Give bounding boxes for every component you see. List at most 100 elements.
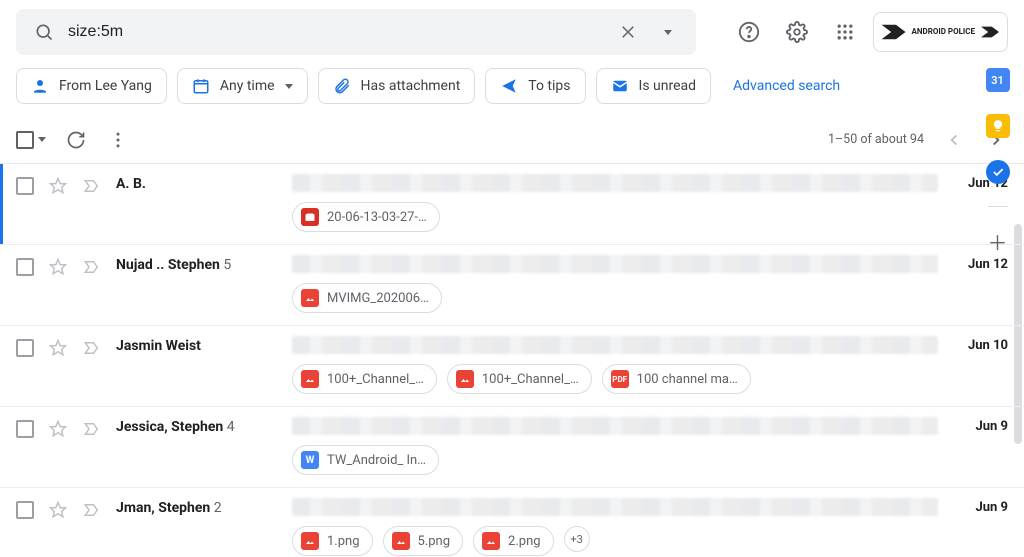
chip-from[interactable]: From Lee Yang (16, 68, 167, 104)
important-icon[interactable] (82, 338, 102, 358)
content-area: A. B.20-06-13-03-27-…Jun 12Nujad .. Step… (0, 164, 1024, 557)
subject-redacted (292, 498, 938, 516)
star-icon[interactable] (48, 419, 68, 439)
image-icon (392, 532, 410, 550)
calendar-icon (192, 77, 210, 95)
refresh-button[interactable] (64, 128, 88, 152)
attachment-label: 2.png (508, 534, 541, 549)
star-icon[interactable] (48, 500, 68, 520)
image-icon (301, 532, 319, 550)
clear-search-icon[interactable] (608, 12, 648, 52)
chip-label: Any time (220, 78, 275, 94)
attachment-chip[interactable]: MVIMG_202006… (292, 283, 442, 313)
row-checkbox[interactable] (16, 501, 34, 519)
attachment-label: TW_Android_ In… (327, 453, 426, 468)
search-options-dropdown[interactable] (648, 12, 688, 52)
attachment-chip[interactable]: 2.png (473, 526, 554, 556)
more-menu-button[interactable] (106, 128, 130, 152)
attachment-icon (333, 77, 351, 95)
email-row[interactable]: Jman, Stephen 21.png5.png2.png+3Jun 9 (0, 488, 1024, 557)
chip-label: To tips (528, 78, 570, 94)
advanced-search-link[interactable]: Advanced search (721, 78, 852, 94)
keep-app-icon[interactable] (986, 114, 1010, 138)
person-icon (31, 77, 49, 95)
chip-to[interactable]: To tips (485, 68, 585, 104)
row-checkbox[interactable] (16, 339, 34, 357)
email-row[interactable]: Nujad .. Stephen 5MVIMG_202006…Jun 12 (0, 245, 1024, 326)
tasks-app-icon[interactable] (986, 160, 1010, 184)
attachment-chip[interactable]: 100+_Channel_… (447, 364, 592, 394)
list-toolbar: 1–50 of about 94 (0, 116, 1024, 164)
attachment-label: 5.png (418, 534, 451, 549)
settings-gear-icon[interactable] (777, 12, 817, 52)
pagination-range: 1–50 of about 94 (828, 132, 924, 147)
important-icon[interactable] (82, 419, 102, 439)
pdf-icon: PDF (611, 370, 629, 388)
side-panel: 31 ＋ (970, 64, 1024, 557)
video-icon (301, 208, 319, 226)
attachment-more[interactable]: +3 (564, 526, 590, 552)
image-icon (456, 370, 474, 388)
image-icon (301, 289, 319, 307)
subject-area: MVIMG_202006… (292, 255, 938, 313)
attachment-label: 100+_Channel_… (327, 372, 424, 387)
divider (988, 206, 1008, 207)
row-checkbox[interactable] (16, 258, 34, 276)
support-icon[interactable] (729, 12, 769, 52)
sender: Jman, Stephen 2 (102, 498, 292, 516)
attachment-chip[interactable]: 20-06-13-03-27-… (292, 202, 440, 232)
star-icon[interactable] (48, 338, 68, 358)
subject-redacted (292, 255, 938, 273)
subject-area: 100+_Channel_… 100+_Channel_… PDF100 chann… (292, 336, 938, 394)
attachment-chip[interactable]: PDF100 channel ma… (602, 364, 751, 394)
chip-attachment[interactable]: Has attachment (318, 68, 476, 104)
important-icon[interactable] (82, 176, 102, 196)
chip-label: Has attachment (361, 78, 461, 94)
checkbox-icon[interactable] (16, 131, 34, 149)
doc-icon: W (301, 451, 319, 469)
chevron-down-icon[interactable] (38, 137, 46, 142)
sender: Jasmin Weist (102, 336, 292, 354)
brand-avatar-icon (981, 23, 999, 41)
attachment-chip[interactable]: 100+_Channel_… (292, 364, 437, 394)
header: ANDROID POLICE (0, 0, 1024, 64)
calendar-app-icon[interactable]: 31 (986, 68, 1010, 92)
important-icon[interactable] (82, 500, 102, 520)
brand-label: ANDROID POLICE (912, 28, 975, 36)
subject-redacted (292, 174, 938, 192)
email-list: A. B.20-06-13-03-27-…Jun 12Nujad .. Step… (0, 164, 1024, 557)
page-prev-button[interactable] (942, 128, 966, 152)
sender: A. B. (102, 174, 292, 192)
chip-anytime[interactable]: Any time (177, 68, 308, 104)
star-icon[interactable] (48, 257, 68, 277)
apps-grid-icon[interactable] (825, 12, 865, 52)
chip-unread[interactable]: Is unread (596, 68, 712, 104)
attachment-chip[interactable]: 5.png (383, 526, 464, 556)
email-row[interactable]: Jessica, Stephen 4WTW_Android_ In…Jun 9 (0, 407, 1024, 488)
star-icon[interactable] (48, 176, 68, 196)
important-icon[interactable] (82, 257, 102, 277)
subject-redacted (292, 417, 938, 435)
account-brand[interactable]: ANDROID POLICE (873, 12, 1008, 52)
select-all[interactable] (16, 131, 46, 149)
subject-area: W TW_Android_ In… (292, 417, 938, 475)
image-icon (301, 370, 319, 388)
filter-chip-row: From Lee Yang Any time Has attachment To… (0, 64, 1024, 116)
email-row[interactable]: A. B.20-06-13-03-27-…Jun 12 (0, 164, 1024, 245)
attachment-label: 100+_Channel_… (482, 372, 579, 387)
add-addon-button[interactable]: ＋ (986, 229, 1010, 253)
row-checkbox[interactable] (16, 177, 34, 195)
chip-label: Is unread (639, 78, 697, 94)
sender: Jessica, Stephen 4 (102, 417, 292, 435)
row-checkbox[interactable] (16, 420, 34, 438)
search-icon[interactable] (24, 12, 64, 52)
email-row[interactable]: Jasmin Weist100+_Channel_…100+_Channel_…… (0, 326, 1024, 407)
attachment-chip[interactable]: 1.png (292, 526, 373, 556)
send-icon (500, 77, 518, 95)
brand-logo-icon (882, 20, 906, 44)
attachment-chip[interactable]: W TW_Android_ In… (292, 445, 439, 475)
chip-label: From Lee Yang (59, 78, 152, 94)
search-bar[interactable] (16, 9, 696, 55)
attachment-label: 20-06-13-03-27-… (327, 210, 427, 225)
search-input[interactable] (64, 23, 608, 41)
